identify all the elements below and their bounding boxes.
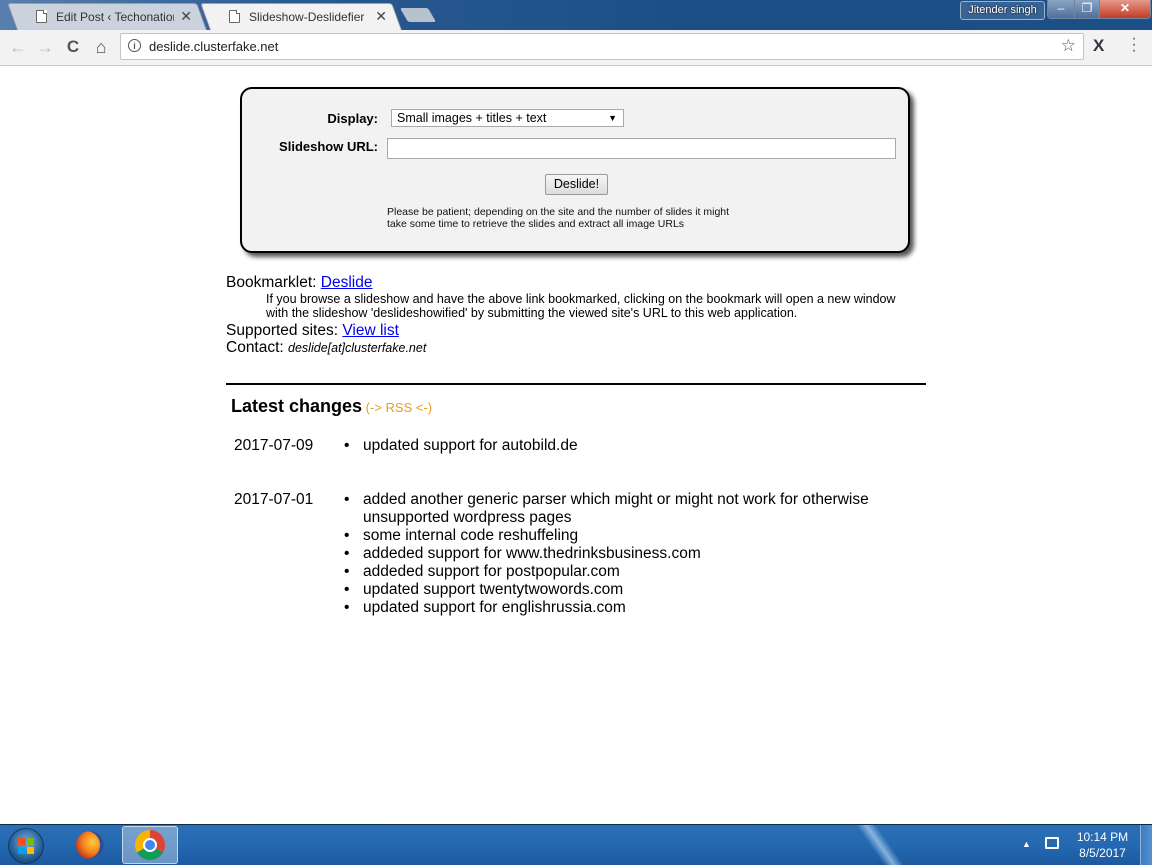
bookmarklet-description: If you browse a slideshow and have the a…: [226, 292, 936, 320]
minimize-button[interactable]: –: [1047, 0, 1075, 19]
change-item: addeded support for postpopular.com: [344, 563, 884, 581]
deslide-form: Display: Small images + titles + text ▼ …: [240, 87, 910, 253]
new-tab-button[interactable]: [399, 8, 437, 22]
divider: [226, 383, 926, 385]
tab-slideshow-deslidefier[interactable]: Slideshow-Deslidefier ✕: [200, 3, 402, 30]
home-icon[interactable]: ⌂: [90, 36, 112, 58]
start-button[interactable]: [8, 828, 44, 864]
address-bar[interactable]: i deslide.clusterfake.net ☆: [120, 33, 1084, 60]
browser-menu-icon[interactable]: · · ·: [1130, 31, 1138, 59]
latest-changes-heading: Latest changes (-> RSS <-): [231, 396, 432, 417]
contact-email: deslide[at]clusterfake.net: [288, 341, 427, 355]
windows-logo-icon: [18, 838, 34, 854]
browser-title-bar: Edit Post ‹ Techonation – ✕ Slideshow-De…: [0, 0, 1152, 30]
show-hidden-icons-arrow[interactable]: ▲: [1022, 839, 1031, 849]
display-selected-value: Small images + titles + text: [397, 111, 547, 125]
bookmarklet-label: Bookmarklet:: [226, 274, 321, 291]
description-line: with the slideshow 'deslideshowified' by…: [266, 306, 798, 320]
rss-paren: ): [427, 400, 433, 415]
maximize-button[interactable]: ❐: [1074, 0, 1100, 19]
tab-title: Slideshow-Deslidefier: [249, 9, 365, 24]
rss-paren: (: [362, 400, 370, 415]
windows-taskbar: ▲ 10:14 PM 8/5/2017: [0, 824, 1152, 865]
chrome-icon: [135, 830, 165, 860]
forward-arrow-icon[interactable]: →: [34, 36, 56, 58]
system-clock[interactable]: 10:14 PM 8/5/2017: [1070, 829, 1135, 861]
tab-title: Edit Post ‹ Techonation –: [56, 9, 175, 24]
close-tab-icon[interactable]: ✕: [180, 8, 192, 25]
hint-line: take some time to retrieve the slides an…: [387, 218, 685, 230]
change-item: updated support for englishrussia.com: [344, 599, 884, 617]
bookmarklet-link[interactable]: Deslide: [321, 274, 373, 291]
bookmarklet-line: Bookmarklet: Deslide: [226, 274, 936, 291]
bookmark-star-icon[interactable]: ☆: [1061, 36, 1076, 56]
hint-line: Please be patient; depending on the site…: [387, 206, 730, 218]
change-item: addeded support for www.thedrinksbusines…: [344, 545, 884, 563]
taskbar-glow: [855, 825, 905, 865]
back-arrow-icon[interactable]: ←: [7, 36, 29, 58]
change-list: updated support for autobild.de: [344, 437, 904, 455]
clock-date: 8/5/2017: [1079, 846, 1126, 860]
network-icon[interactable]: [1045, 837, 1059, 849]
change-date: 2017-07-01: [234, 491, 314, 508]
rss-link[interactable]: -> RSS <-: [370, 400, 428, 415]
slideshow-url-label: Slideshow URL:: [279, 139, 378, 154]
clock-time: 10:14 PM: [1076, 830, 1129, 844]
url-text[interactable]: deslide.clusterfake.net: [149, 39, 278, 54]
deslide-button[interactable]: Deslide!: [545, 174, 608, 195]
dropdown-arrow-icon: ▼: [608, 113, 617, 123]
page-icon: [36, 10, 47, 23]
firefox-icon: [76, 831, 104, 859]
change-item: updated support for autobild.de: [344, 437, 904, 455]
contact-label: Contact:: [226, 339, 289, 356]
profile-button[interactable]: Jitender singh: [960, 1, 1045, 20]
tab-edit-post[interactable]: Edit Post ‹ Techonation – ✕: [7, 3, 207, 30]
page-icon: [229, 10, 240, 23]
show-desktop-button[interactable]: [1140, 825, 1152, 865]
close-window-button[interactable]: ✕: [1099, 0, 1151, 19]
info-icon[interactable]: i: [128, 39, 141, 52]
view-list-link[interactable]: View list: [342, 322, 399, 339]
change-item: some internal code reshuffeling: [344, 527, 884, 545]
latest-changes-title: Latest changes: [231, 396, 363, 416]
supported-sites-label: Supported sites:: [226, 322, 343, 339]
reload-icon[interactable]: C: [62, 36, 84, 58]
contact-line: Contact: deslide[at]clusterfake.net: [226, 339, 936, 356]
supported-sites-line: Supported sites: View list: [226, 322, 936, 339]
patience-hint: Please be patient; depending on the site…: [387, 206, 787, 230]
browser-toolbar: ← → C ⌂ i deslide.clusterfake.net ☆: [0, 30, 1152, 66]
change-item: added another generic parser which might…: [344, 491, 884, 527]
change-list: added another generic parser which might…: [344, 491, 884, 617]
taskbar-chrome[interactable]: [122, 826, 178, 864]
extension-icon[interactable]: X: [1093, 36, 1104, 56]
info-section: Bookmarklet: Deslide If you browse a sli…: [226, 274, 936, 356]
change-date: 2017-07-09: [234, 437, 314, 454]
change-item: updated support twentytwowords.com: [344, 581, 884, 599]
taskbar-firefox[interactable]: [62, 826, 118, 864]
description-line: If you browse a slideshow and have the a…: [266, 292, 896, 306]
close-tab-icon[interactable]: ✕: [375, 8, 387, 25]
slideshow-url-input[interactable]: [387, 138, 896, 159]
display-select[interactable]: Small images + titles + text ▼: [391, 109, 624, 127]
display-label: Display:: [327, 111, 378, 126]
